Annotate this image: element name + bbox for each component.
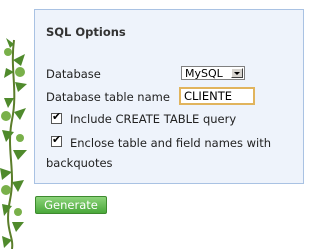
database-label: Database [46,67,101,81]
table-name-label: Database table name [46,90,170,104]
chevron-down-icon[interactable] [231,68,243,78]
include-create-checkbox[interactable]: ✔ [51,110,62,124]
database-select-value: MySQL [185,67,223,80]
database-select[interactable]: MySQL [181,66,245,80]
enclose-names-checkbox[interactable]: ✔ [51,133,62,147]
ivy-vine-decoration [0,38,27,249]
panel-title: SQL Options [46,25,126,39]
include-create-label: Include CREATE TABLE query [70,112,237,126]
enclose-names-label-continued: backquotes [46,156,113,170]
checkmark-icon: ✔ [52,133,62,146]
sql-options-panel: SQL Options Database MySQL Database tabl… [34,9,304,184]
enclose-names-label: Enclose table and field names with [70,136,272,150]
table-name-input[interactable]: CLIENTE [179,87,255,105]
generate-button[interactable]: Generate [35,196,107,214]
checkmark-icon: ✔ [52,110,62,123]
